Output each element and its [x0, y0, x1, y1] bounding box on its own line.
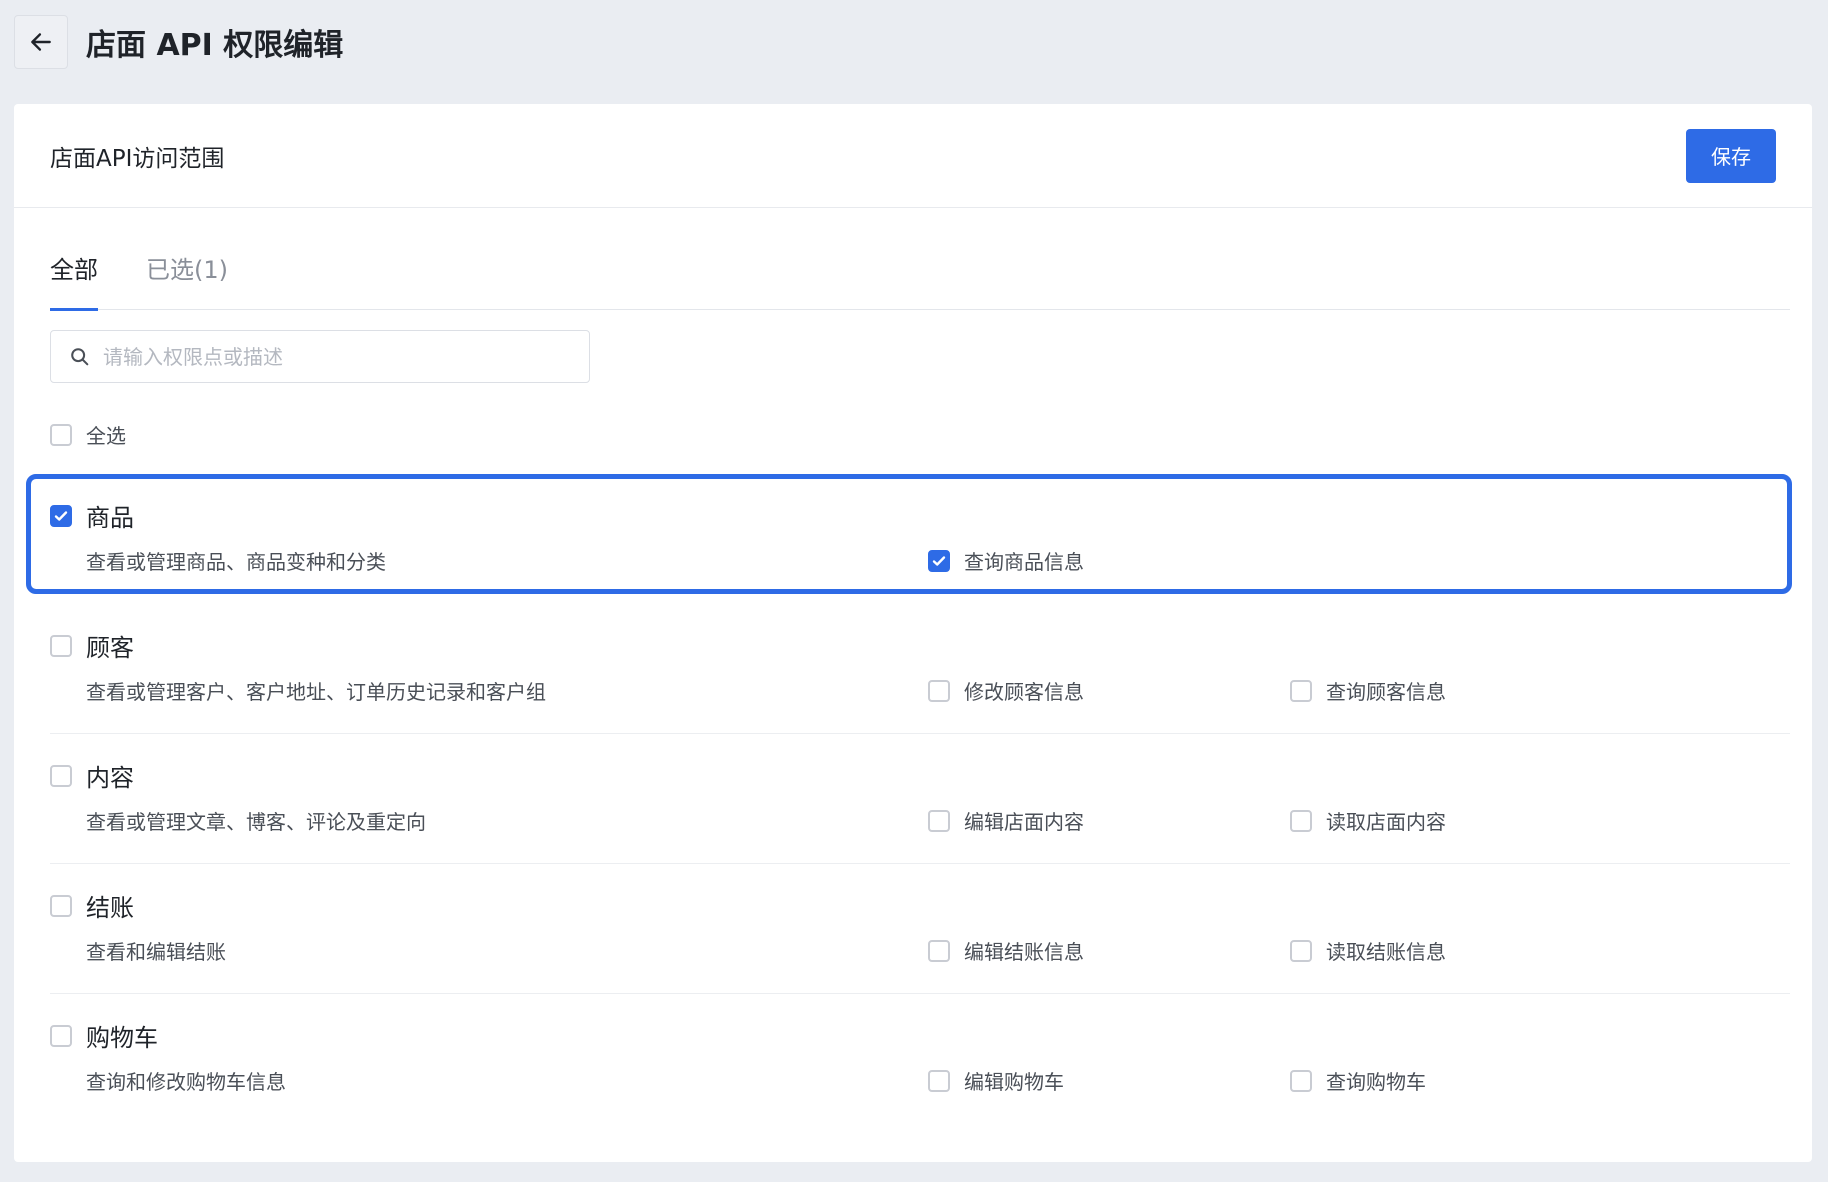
group-checkbox[interactable]: [50, 634, 72, 657]
permission-item[interactable]: 读取店面内容: [1290, 806, 1446, 835]
permission-group-customers: 顾客 查看或管理客户、客户地址、订单历史记录和客户组 修改顾客信息 查询顾客信息: [50, 604, 1790, 734]
permission-item[interactable]: 查询商品信息: [928, 546, 1084, 575]
permission-checkbox[interactable]: [928, 809, 950, 832]
search-box: [50, 330, 590, 383]
search-input[interactable]: [103, 344, 543, 369]
permission-item[interactable]: 查询购物车: [1290, 1066, 1426, 1095]
group-header: 顾客: [50, 628, 134, 663]
check-icon: [932, 555, 946, 566]
permission-label: 编辑结账信息: [964, 940, 1084, 964]
permission-label: 编辑店面内容: [964, 810, 1084, 834]
group-header: 结账: [50, 888, 134, 923]
arrow-left-icon: [31, 33, 51, 51]
tab-all[interactable]: 全部: [50, 246, 98, 311]
permission-label: 查询顾客信息: [1326, 680, 1446, 704]
group-header: 购物车: [50, 1018, 158, 1053]
permission-item[interactable]: 读取结账信息: [1290, 936, 1446, 965]
permission-checkbox[interactable]: [928, 549, 950, 572]
permission-label: 编辑购物车: [964, 1070, 1064, 1094]
tab-selected[interactable]: 已选(1): [146, 246, 228, 310]
group-name: 内容: [86, 764, 134, 792]
group-header: 内容: [50, 758, 134, 793]
permission-checkbox[interactable]: [928, 939, 950, 962]
group-name: 商品: [86, 504, 134, 532]
permission-group-content: 内容 查看或管理文章、博客、评论及重定向 编辑店面内容 读取店面内容: [50, 734, 1790, 864]
page-title: 店面 API 权限编辑: [86, 28, 344, 63]
permission-group-products: 商品 查看或管理商品、商品变种和分类 查询商品信息: [50, 474, 1790, 604]
permission-item[interactable]: 编辑店面内容: [928, 806, 1084, 835]
group-checkbox[interactable]: [50, 764, 72, 787]
select-all[interactable]: 全选: [50, 420, 126, 449]
check-icon: [54, 510, 68, 521]
permission-item[interactable]: 编辑结账信息: [928, 936, 1084, 965]
tab-bar: 全部 已选(1): [50, 246, 1790, 311]
select-all-checkbox[interactable]: [50, 423, 72, 446]
permission-group-cart: 购物车 查询和修改购物车信息 编辑购物车 查询购物车: [50, 994, 1790, 1124]
card-title: 店面API访问范围: [50, 145, 225, 172]
permission-label: 读取店面内容: [1326, 810, 1446, 834]
permission-item[interactable]: 编辑购物车: [928, 1066, 1064, 1095]
group-checkbox[interactable]: [50, 1024, 72, 1047]
group-checkbox[interactable]: [50, 894, 72, 917]
group-description: 查看和编辑结账: [86, 940, 226, 964]
permission-checkbox[interactable]: [928, 1069, 950, 1092]
permission-checkbox[interactable]: [1290, 679, 1312, 702]
permission-label: 查询购物车: [1326, 1070, 1426, 1094]
permission-checkbox[interactable]: [1290, 809, 1312, 832]
group-header: 商品: [50, 498, 134, 533]
permission-checkbox[interactable]: [1290, 1069, 1312, 1092]
permission-card: 店面API访问范围 保存 全部 已选(1) 全选 商品 查看或管理商品、商品变种…: [14, 104, 1812, 1162]
permission-checkbox[interactable]: [928, 679, 950, 702]
permission-group-checkout: 结账 查看和编辑结账 编辑结账信息 读取结账信息: [50, 864, 1790, 994]
permission-label: 读取结账信息: [1326, 940, 1446, 964]
page-header: 店面 API 权限编辑: [14, 14, 343, 70]
save-button[interactable]: 保存: [1686, 128, 1776, 183]
group-name: 结账: [86, 894, 134, 922]
group-checkbox[interactable]: [50, 504, 72, 527]
group-description: 查看或管理客户、客户地址、订单历史记录和客户组: [86, 680, 546, 704]
group-description: 查询和修改购物车信息: [86, 1070, 286, 1094]
group-description: 查看或管理文章、博客、评论及重定向: [86, 810, 426, 834]
permission-checkbox[interactable]: [1290, 939, 1312, 962]
search-icon: [71, 347, 89, 365]
permission-label: 查询商品信息: [964, 550, 1084, 574]
back-button[interactable]: [14, 15, 68, 69]
group-name: 购物车: [86, 1024, 158, 1052]
permission-item[interactable]: 修改顾客信息: [928, 676, 1084, 705]
group-description: 查看或管理商品、商品变种和分类: [86, 550, 386, 574]
card-header: 店面API访问范围 保存: [14, 104, 1812, 208]
group-name: 顾客: [86, 634, 134, 662]
permission-item[interactable]: 查询顾客信息: [1290, 676, 1446, 705]
permission-label: 修改顾客信息: [964, 680, 1084, 704]
select-all-label: 全选: [86, 424, 126, 448]
